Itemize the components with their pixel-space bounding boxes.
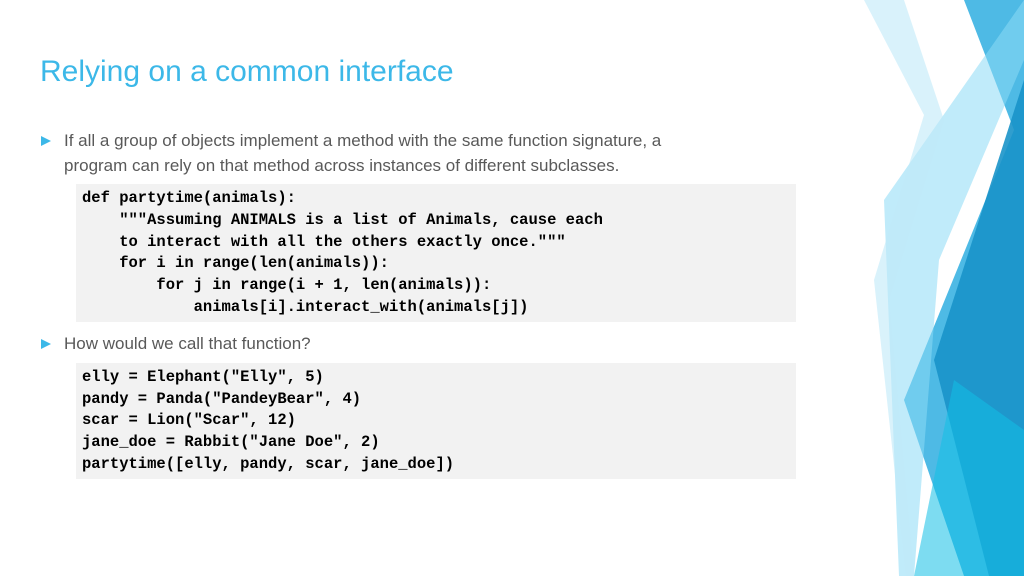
bullet-item-2: How would we call that function? [40,332,824,357]
triangle-bullet-icon [40,135,52,147]
slide-content: Relying on a common interface If all a g… [0,0,1024,529]
triangle-bullet-icon [40,338,52,350]
bullet-text-1: If all a group of objects implement a me… [64,129,704,178]
bullet-item-1: If all a group of objects implement a me… [40,129,824,178]
code-block-1: def partytime(animals): """Assuming ANIM… [76,184,796,322]
slide-title: Relying on a common interface [40,55,824,89]
bullet-text-2: How would we call that function? [64,332,311,357]
code-block-2: elly = Elephant("Elly", 5) pandy = Panda… [76,363,796,479]
